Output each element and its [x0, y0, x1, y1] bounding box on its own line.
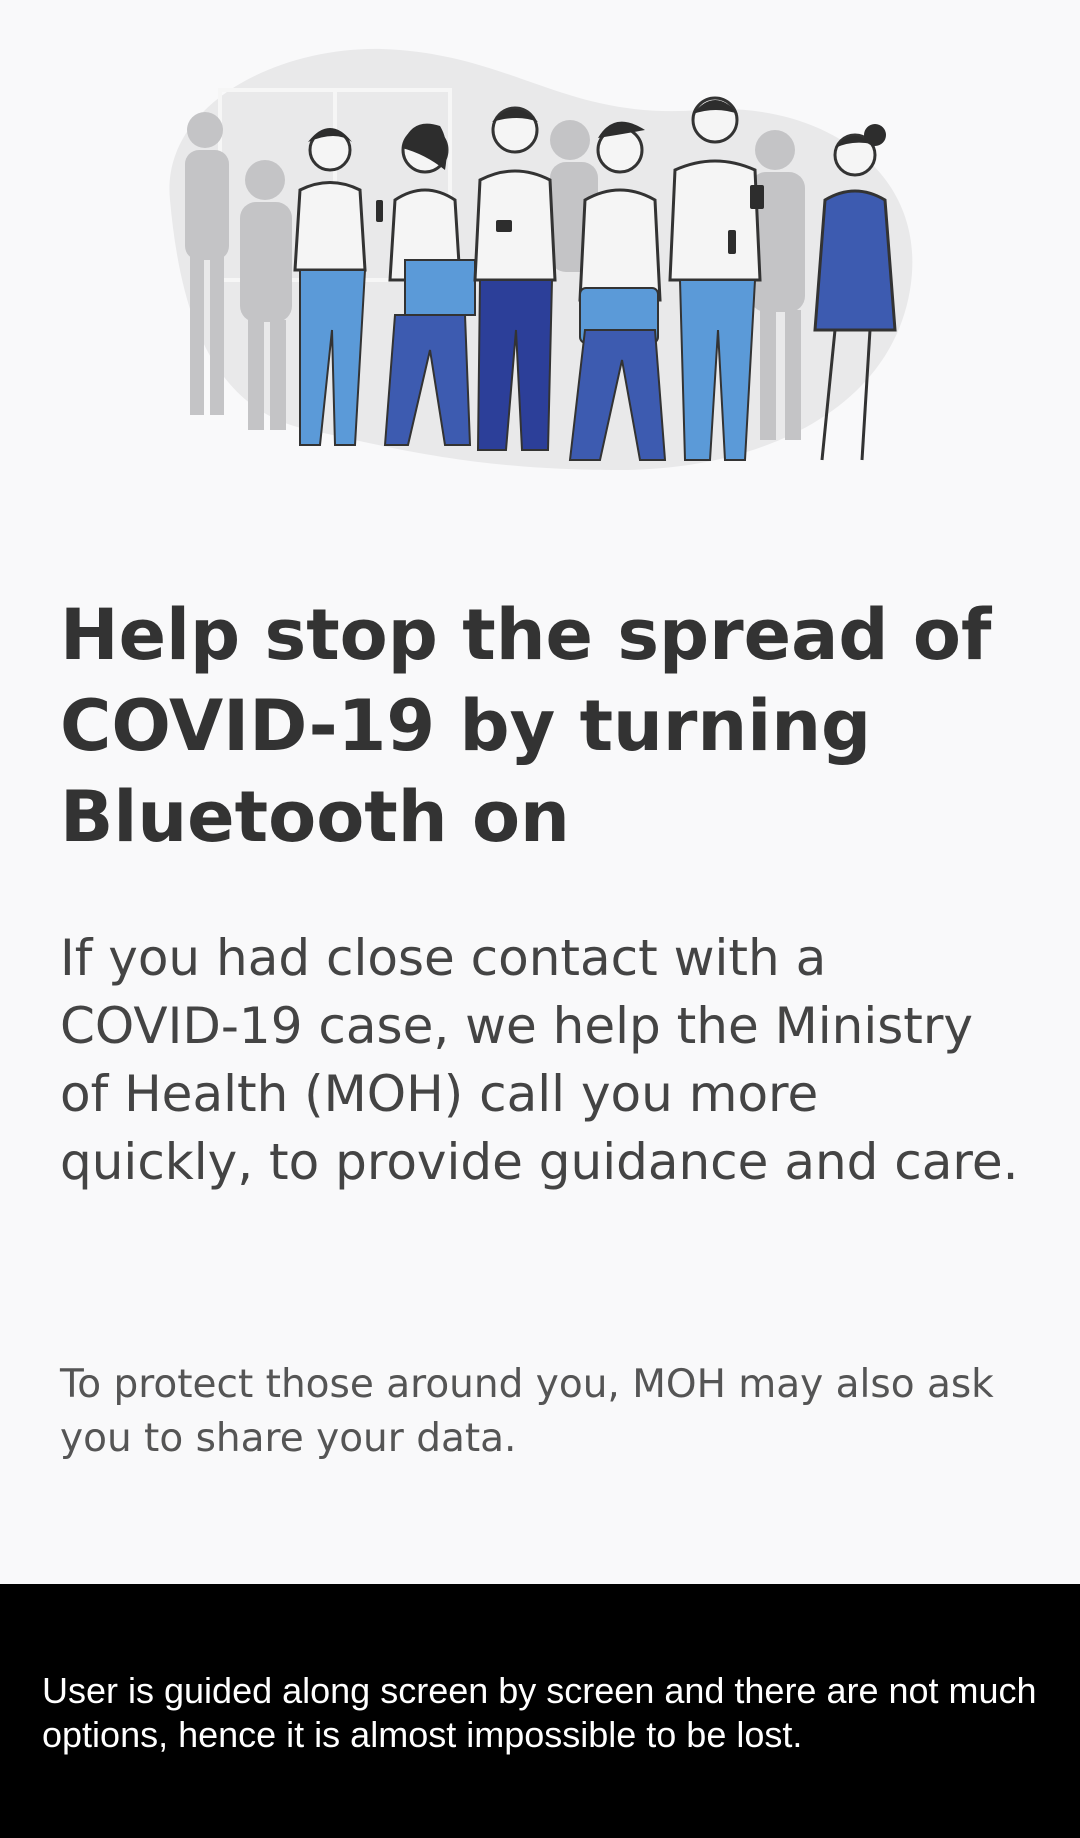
onboarding-body-text: If you had close contact with a COVID-19…	[60, 929, 1019, 1191]
data-sharing-note: To protect those around you, MOH may als…	[60, 1362, 994, 1461]
onboarding-headline: Help stop the spread of COVID-19 by turn…	[60, 594, 992, 858]
caption-text: User is guided along screen by screen an…	[42, 1670, 1037, 1755]
caption-bar: User is guided along screen by screen an…	[0, 1584, 1080, 1838]
people-crowd-icon	[169, 48, 913, 471]
people-crowd-illustration	[140, 30, 930, 480]
onboarding-screen: Help stop the spread of COVID-19 by turn…	[0, 0, 1080, 1584]
